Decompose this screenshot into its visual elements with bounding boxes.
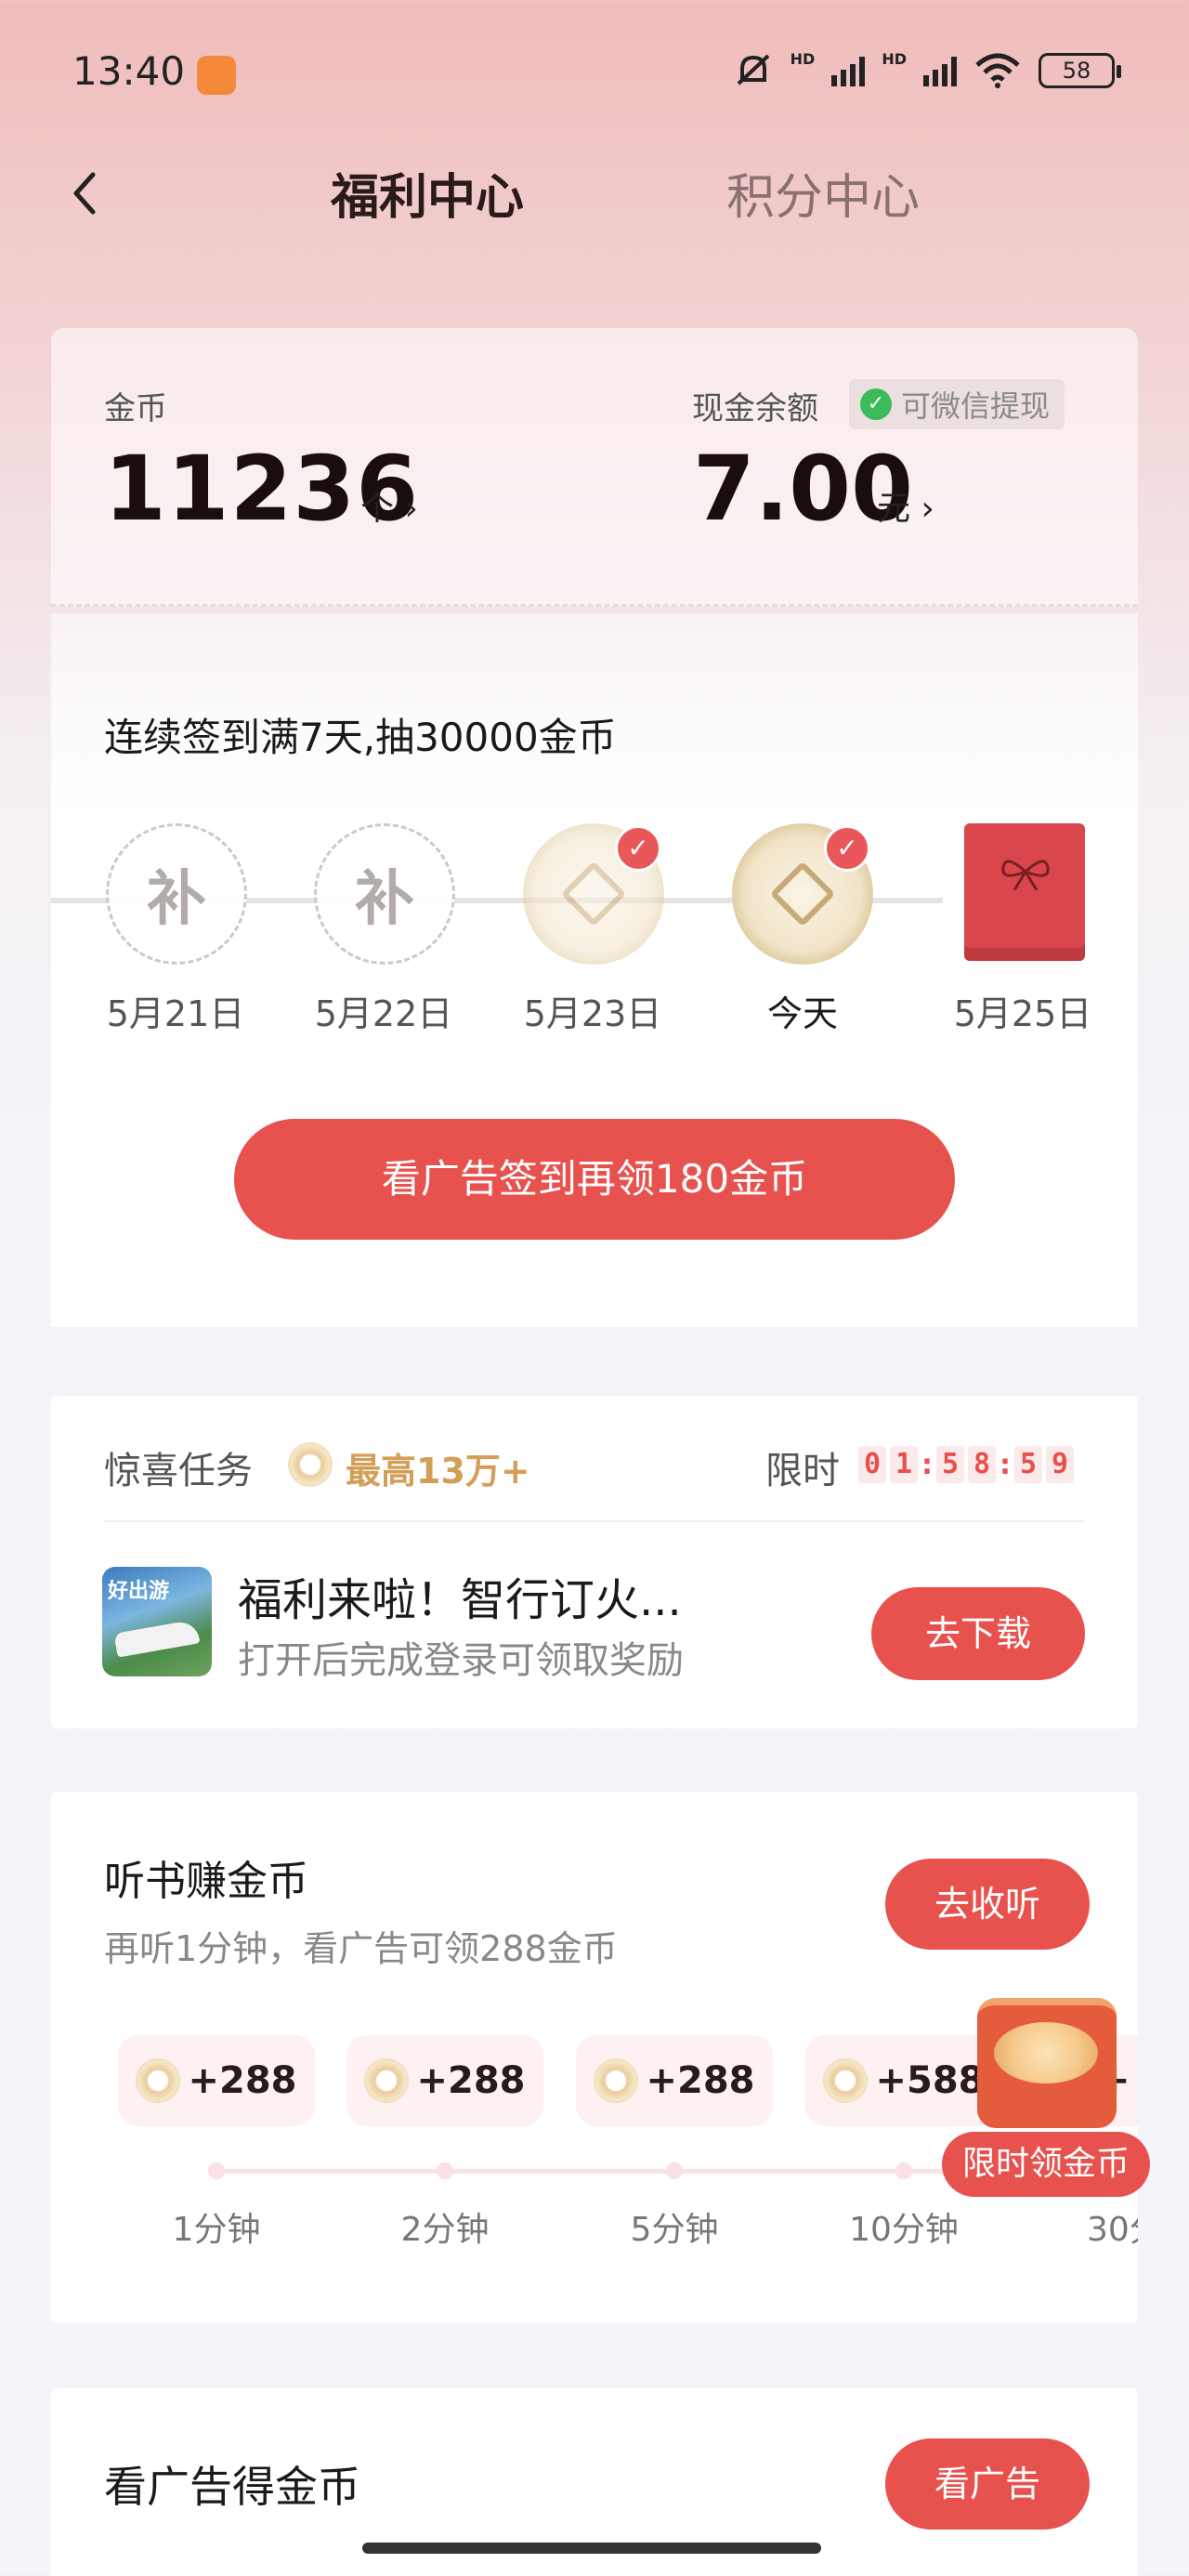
cash-label: 现金余额 (692, 390, 818, 427)
coin-icon (823, 2058, 869, 2103)
limited-coin-button[interactable]: 限时领金币 (942, 2132, 1150, 2197)
signal-icon-1 (831, 55, 866, 86)
cash-unit[interactable]: 元 › (877, 481, 934, 530)
app-thumbnail[interactable]: 好出游 (102, 1567, 212, 1676)
watch-ad-button[interactable]: 看广告 (885, 2438, 1090, 2530)
download-button[interactable]: 去下载 (871, 1587, 1085, 1680)
timer-digit: 9 (1046, 1446, 1074, 1483)
app-thumbnail-text: 好出游 (108, 1580, 170, 1603)
day-label: 5月22日 (314, 993, 453, 1034)
progress-dot (208, 2162, 225, 2179)
wechat-withdraw-text: 可微信提现 (901, 388, 1051, 424)
reward-time: 10分钟 (849, 2211, 959, 2249)
progress-dot (666, 2162, 683, 2179)
wechat-withdraw-badge[interactable]: ✓ 可微信提现 (849, 379, 1065, 429)
train-icon (113, 1619, 201, 1658)
reward-amount: +288 (416, 2059, 526, 2102)
tab-welfare-center[interactable]: 福利中心 (331, 158, 524, 228)
coin-icon (594, 2058, 639, 2103)
tab-points-center[interactable]: 积分中心 (726, 158, 920, 228)
wifi-icon (975, 53, 1020, 88)
hd-label-2: HD (882, 50, 907, 68)
reward-time: 30分 (1087, 2211, 1138, 2249)
gift-box-icon[interactable] (964, 823, 1085, 961)
reward-time: 1分钟 (172, 2211, 261, 2249)
coin-icon (288, 1442, 333, 1487)
coin-unit-text: 个 (360, 490, 395, 528)
day-label: 5月25日 (953, 993, 1092, 1034)
battery-indicator: 58 (1039, 53, 1121, 88)
reward-chip: +288 (576, 2035, 773, 2126)
chevron-right-icon: › (394, 490, 418, 528)
coin-diamond-icon (560, 861, 627, 927)
timer-digit: 5 (1014, 1446, 1042, 1483)
countdown-timer: 0 1 : 5 8 : 5 9 (858, 1446, 1074, 1483)
reward-chip: +288 (118, 2035, 315, 2126)
day-label: 5月23日 (523, 993, 662, 1034)
reward-amount: +588 (875, 2059, 985, 2102)
signal-icon-2 (923, 55, 957, 86)
gold-coins-icon (994, 2022, 1098, 2083)
timer-digit: 8 (968, 1446, 996, 1483)
check-icon: ✓ (615, 825, 661, 872)
reward-time: 2分钟 (400, 2211, 490, 2249)
watch-ad-checkin-button[interactable]: 看广告签到再领180金币 (234, 1119, 955, 1240)
cash-unit-text: 元 (877, 490, 911, 528)
timer-digit: 0 (858, 1446, 886, 1483)
day-label: 5月21日 (106, 993, 245, 1034)
wechat-icon: ✓ (860, 388, 892, 420)
limited-time-label: 限时 (765, 1450, 840, 1492)
coin-icon (364, 2058, 410, 2103)
reward-chip: +288 (346, 2035, 543, 2126)
back-arrow-icon[interactable] (65, 165, 102, 221)
reward-amount: +288 (188, 2059, 297, 2102)
timer-separator: : (1000, 1448, 1011, 1481)
timer-digit: 1 (890, 1446, 918, 1483)
coin-icon (136, 2058, 181, 2103)
coin-diamond-icon (769, 861, 836, 927)
listen-description: 再听1分钟，看广告可领288金币 (104, 1928, 618, 1969)
reward-time: 5分钟 (630, 2211, 719, 2249)
makeup-label: 补 (355, 865, 414, 934)
check-icon: ✓ (824, 825, 870, 872)
makeup-day-2[interactable]: 补 (314, 823, 455, 965)
go-listen-button[interactable]: 去收听 (885, 1859, 1090, 1950)
mute-bell-icon (737, 54, 770, 85)
coin-label: 金币 (104, 390, 167, 427)
timer-separator: : (921, 1448, 933, 1481)
ads-title: 看广告得金币 (104, 2462, 360, 2512)
listen-title: 听书赚金币 (104, 1858, 308, 1905)
status-icons: HD HD 58 (733, 50, 1121, 91)
makeup-day-1[interactable]: 补 (106, 823, 247, 965)
progress-dot (895, 2162, 912, 2179)
app-notification-icon (197, 56, 236, 95)
coin-unit[interactable]: 个 › (360, 481, 418, 530)
surprise-task-title: 惊喜任务 (104, 1450, 253, 1492)
reward-amount: +288 (646, 2059, 755, 2102)
timer-digit: 5 (936, 1446, 964, 1483)
task-description: 打开后完成登录可领取奖励 (238, 1639, 684, 1682)
hd-label-1: HD (790, 50, 816, 68)
status-time: 13:40 (72, 48, 186, 94)
reward-chip: +588 (805, 2035, 1002, 2126)
day-label-today: 今天 (766, 993, 838, 1034)
progress-dot (437, 2162, 453, 2179)
home-indicator[interactable] (362, 2543, 821, 2554)
makeup-label: 补 (147, 865, 206, 934)
chevron-right-icon: › (910, 490, 934, 528)
max-reward: 最高13万+ (346, 1451, 530, 1492)
checkin-title: 连续签到满7天,抽30000金币 (104, 715, 617, 760)
divider (104, 1520, 1085, 1522)
task-name[interactable]: 福利来啦！智行订火... (238, 1563, 682, 1628)
gift-bow-icon (1001, 860, 1050, 890)
